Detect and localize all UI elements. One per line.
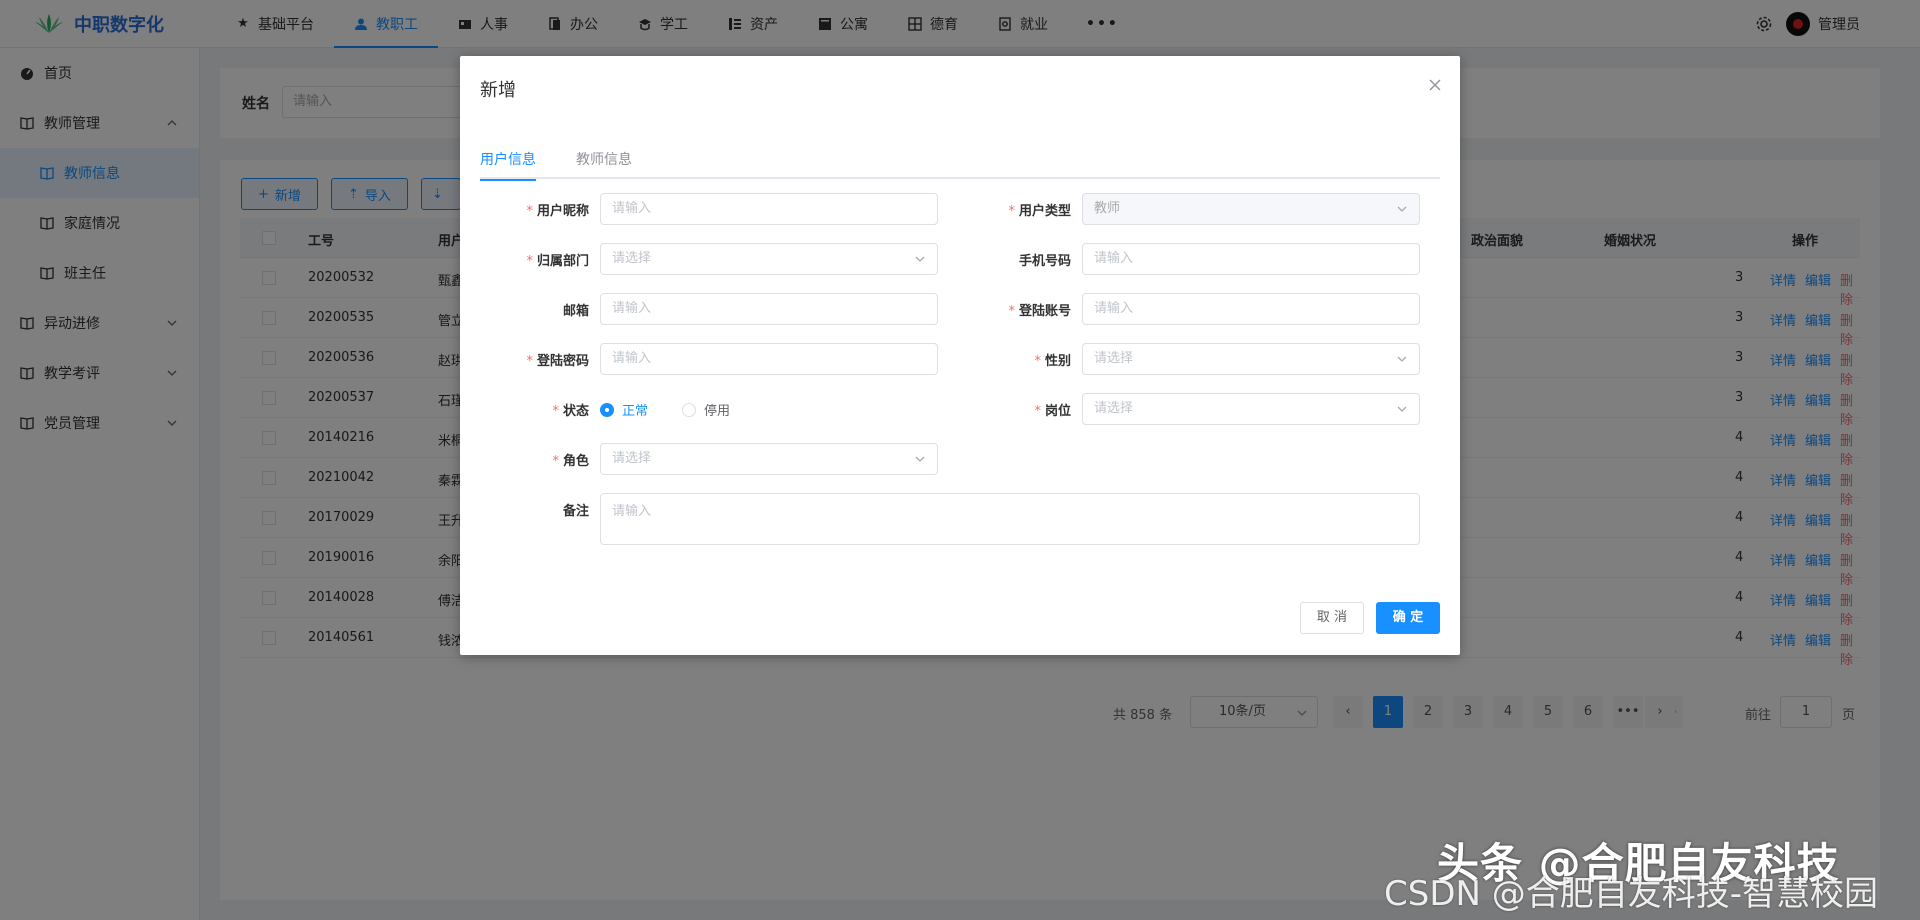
account-input[interactable]: 请输入 (1082, 293, 1420, 325)
required-mark: * (1034, 354, 1041, 369)
gender-placeholder: 请选择 (1094, 351, 1134, 366)
chevron-down-icon (915, 456, 925, 462)
phone-input[interactable]: 请输入 (1082, 243, 1420, 275)
post-label: * 岗位 (951, 400, 1071, 419)
user-type-label: * 用户类型 (951, 200, 1071, 219)
department-placeholder: 请选择 (612, 251, 652, 266)
phone-label: 手机号码 (1018, 254, 1071, 269)
required-mark: * (1034, 404, 1041, 419)
required-mark: * (1008, 304, 1015, 319)
password-label-text: 登陆密码 (536, 354, 589, 369)
email-input[interactable]: 请输入 (600, 293, 938, 325)
radio-checked-icon (600, 402, 614, 417)
required-mark: * (552, 454, 559, 469)
add-dialog: 新增 用户信息 教师信息 * 用户昵称 请输入 * 用户类型 教师 * 归属部门 请选… (460, 56, 1460, 655)
status-label: * 状态 (469, 400, 589, 419)
status-radio-disabled[interactable]: 停用 (682, 400, 730, 419)
dialog-title: 新增 (480, 80, 516, 101)
dialog-tabs: 用户信息 教师信息 (480, 149, 1440, 181)
watermark-csdn: CSDN @合肥自友科技-智慧校园 (1384, 874, 1879, 914)
required-mark: * (526, 354, 533, 369)
cancel-button[interactable]: 取 消 (1300, 602, 1364, 634)
status-radio-active[interactable]: 正常 (600, 400, 648, 419)
radio-unchecked-icon (682, 402, 696, 417)
chevron-down-icon (1397, 206, 1407, 212)
user-type-select: 教师 (1082, 193, 1420, 225)
remark-textarea[interactable]: 请输入 (600, 493, 1420, 545)
gender-label: * 性别 (951, 350, 1071, 369)
gender-label-text: 性别 (1044, 354, 1071, 369)
required-mark: * (526, 204, 533, 219)
close-icon[interactable] (1428, 78, 1442, 92)
status-disabled-label: 停用 (704, 404, 731, 419)
nickname-label: * 用户昵称 (469, 200, 589, 219)
user-type-value: 教师 (1094, 201, 1121, 216)
chevron-down-icon (1397, 356, 1407, 362)
gender-select[interactable]: 请选择 (1082, 343, 1420, 375)
nickname-input[interactable]: 请输入 (600, 193, 938, 225)
tab-user-info[interactable]: 用户信息 (480, 149, 536, 181)
department-select[interactable]: 请选择 (600, 243, 938, 275)
department-label: * 归属部门 (469, 250, 589, 269)
post-label-text: 岗位 (1044, 404, 1071, 419)
required-mark: * (1008, 204, 1015, 219)
status-label-text: 状态 (562, 404, 589, 419)
role-select[interactable]: 请选择 (600, 443, 938, 475)
chevron-down-icon (915, 256, 925, 262)
role-placeholder: 请选择 (612, 451, 652, 466)
role-label: * 角色 (469, 450, 589, 469)
account-label-text: 登陆账号 (1018, 304, 1071, 319)
required-mark: * (526, 254, 533, 269)
remark-label: 备注 (562, 504, 589, 519)
tab-teacher-info[interactable]: 教师信息 (576, 149, 632, 179)
email-label: 邮箱 (562, 304, 589, 319)
account-label: * 登陆账号 (951, 300, 1071, 319)
user-type-label-text: 用户类型 (1018, 204, 1071, 219)
status-active-label: 正常 (622, 404, 649, 419)
department-label-text: 归属部门 (536, 254, 589, 269)
chevron-down-icon (1397, 406, 1407, 412)
password-label: * 登陆密码 (469, 350, 589, 369)
post-placeholder: 请选择 (1094, 401, 1134, 416)
post-select[interactable]: 请选择 (1082, 393, 1420, 425)
nickname-label-text: 用户昵称 (536, 204, 589, 219)
role-label-text: 角色 (562, 454, 589, 469)
password-input[interactable]: 请输入 (600, 343, 938, 375)
confirm-button[interactable]: 确 定 (1376, 602, 1440, 634)
required-mark: * (552, 404, 559, 419)
